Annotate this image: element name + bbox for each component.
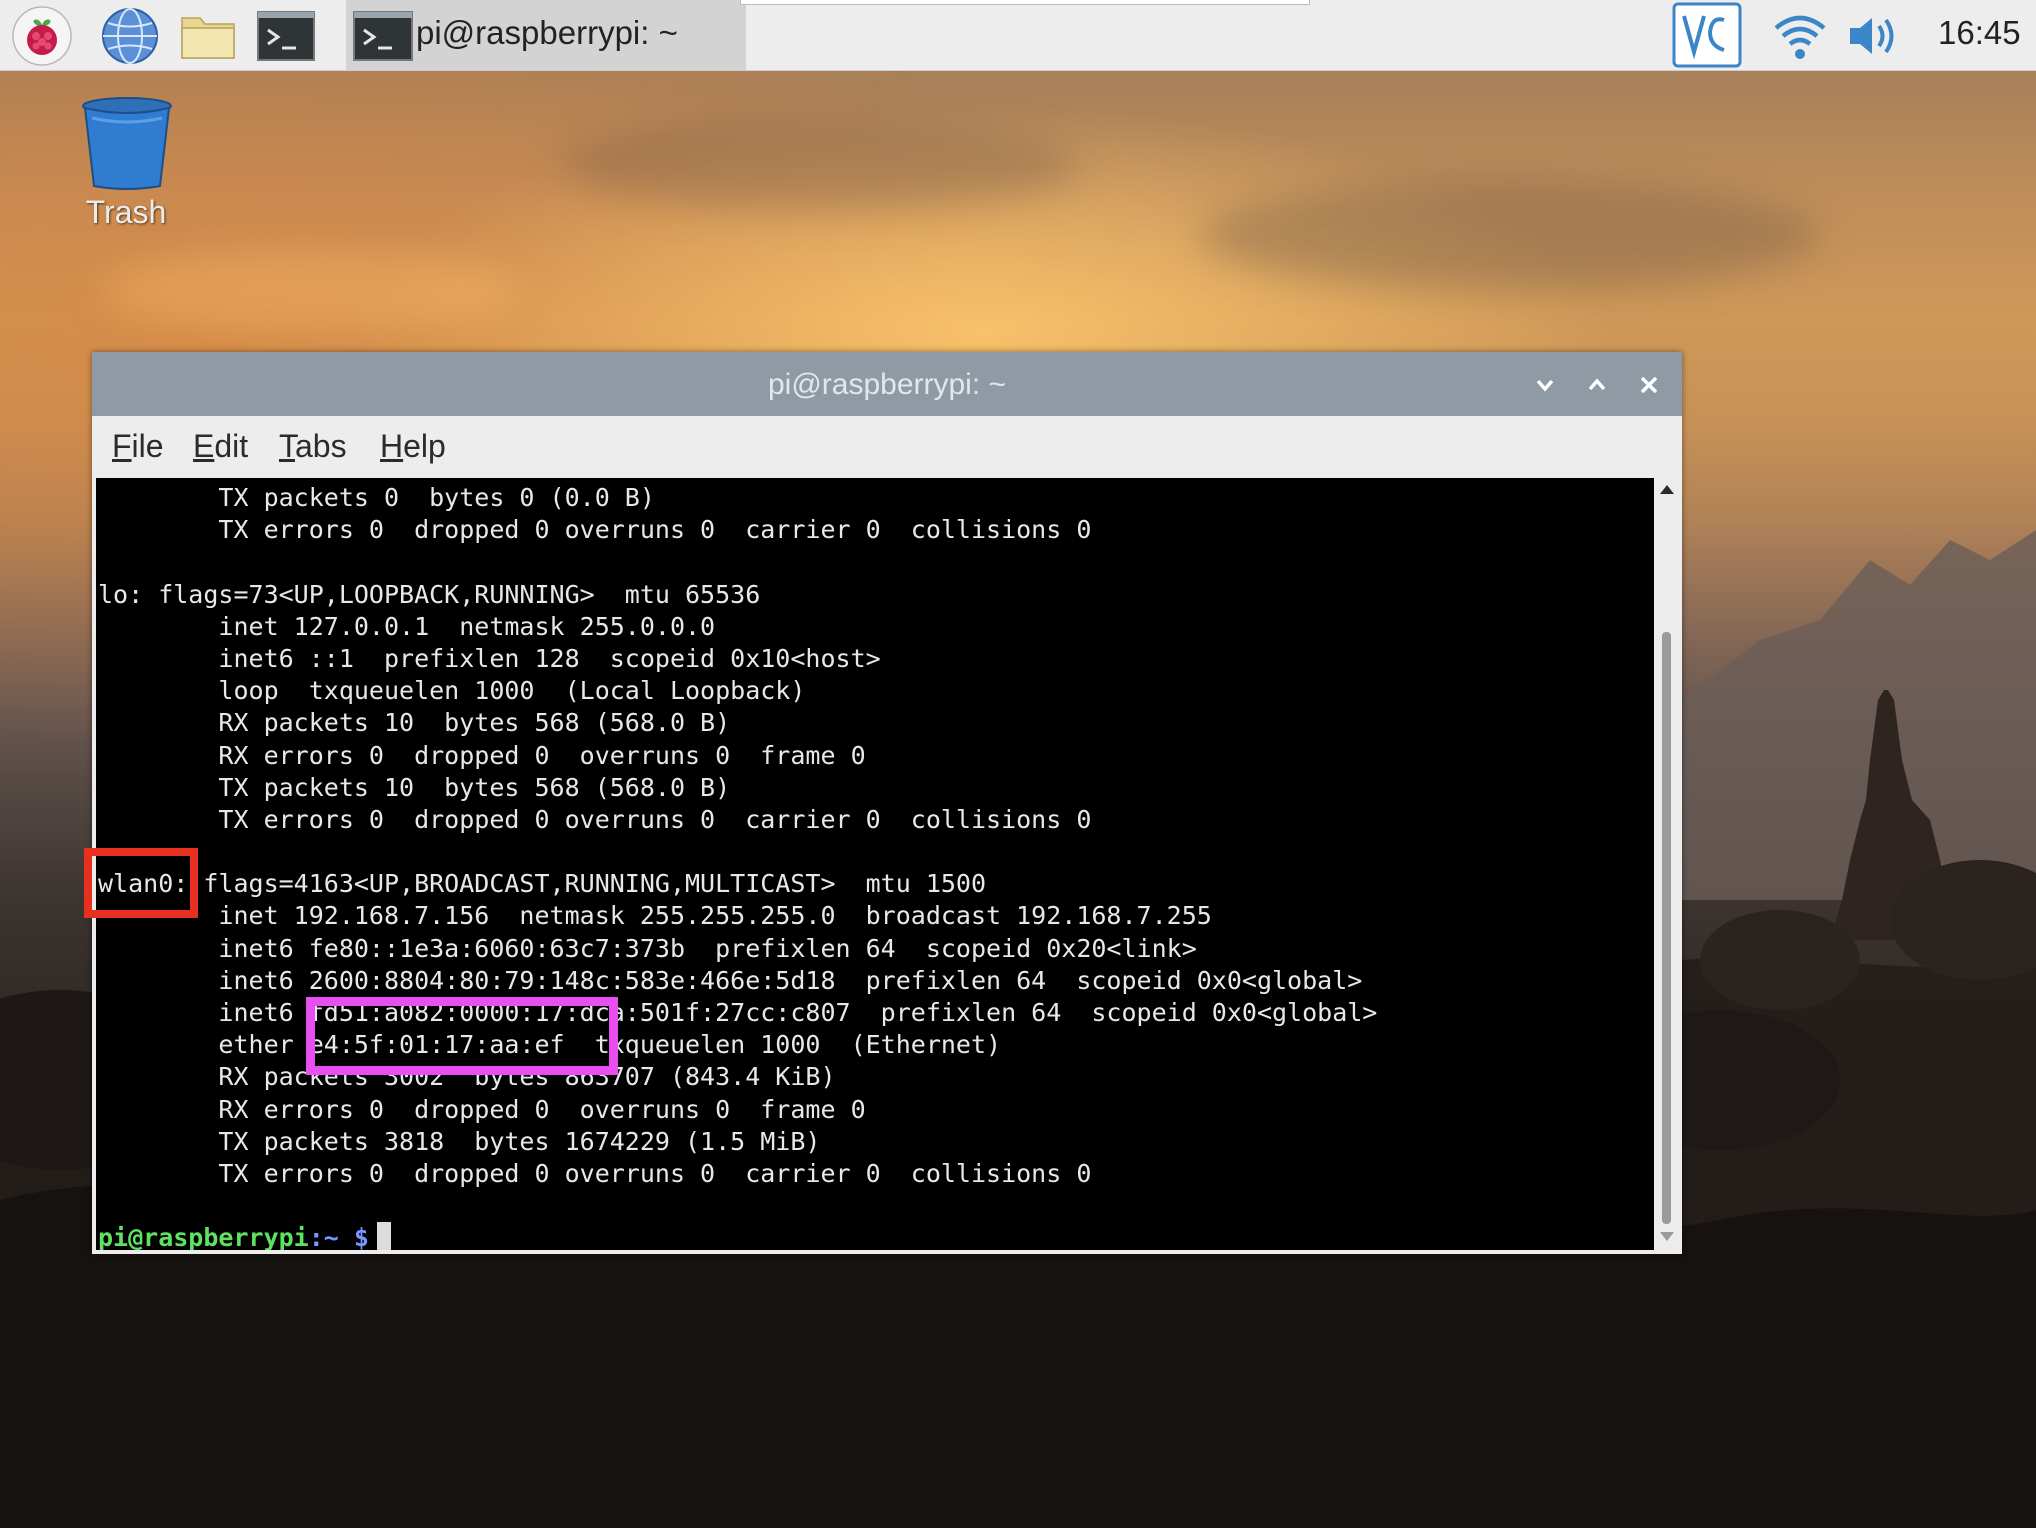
trash-label[interactable]: Trash <box>60 194 192 231</box>
terminal-output[interactable]: TX packets 0 bytes 0 (0.0 B) TX errors 0… <box>96 478 1654 1250</box>
terminal-menubar: File Edit Tabs Help <box>92 416 1682 476</box>
taskbar: pi@raspberrypi: ~ 16:45 <box>0 0 2036 71</box>
mac-address-highlight-box <box>306 997 618 1075</box>
terminal-line: RX packets 3002 bytes 863707 (843.4 KiB) <box>98 1062 836 1092</box>
menu-edit-label: dit <box>214 428 249 464</box>
menu-tabs-accel: T <box>279 428 295 464</box>
taskbar-window-title: pi@raspberrypi: ~ <box>416 14 678 51</box>
taskbar-window-button[interactable]: pi@raspberrypi: ~ <box>346 0 746 70</box>
terminal-line: RX packets 10 bytes 568 (568.0 B) <box>98 708 731 738</box>
terminal-line: inet6 fe80::1e3a:6060:63c7:373b prefixle… <box>98 933 1197 963</box>
menu-tabs-label: abs <box>295 428 347 464</box>
terminal-line: inet 127.0.0.1 netmask 255.0.0.0 <box>98 611 716 641</box>
taskbar-spacer <box>740 0 1310 5</box>
terminal-line: ether e4:5f:01:17:aa:ef txqueuelen 1000 … <box>98 1030 1002 1060</box>
terminal-prompt-line[interactable]: pi@raspberrypi:~ $ <box>98 1222 1377 1250</box>
terminal-titlebar[interactable]: pi@raspberrypi: ~ <box>92 352 1682 416</box>
terminal-line: inet6 fd51:a082:0000:17:dca:501f:27cc:c8… <box>98 998 1378 1027</box>
menu-help[interactable]: Help <box>380 428 446 465</box>
menu-edit-accel: E <box>193 428 215 464</box>
volume-icon[interactable] <box>1844 6 1904 66</box>
terminal-title: pi@raspberrypi: ~ <box>767 368 1007 401</box>
terminal-line: TX packets 0 bytes 0 (0.0 B) <box>98 483 655 512</box>
prompt-user: pi@raspberrypi <box>98 1223 309 1250</box>
maximize-icon[interactable] <box>1582 370 1612 400</box>
prompt-path: :~ $ <box>308 1223 369 1250</box>
terminal-line: TX errors 0 dropped 0 overruns 0 carrier… <box>98 1158 1092 1188</box>
clock[interactable]: 16:45 <box>1938 14 2021 52</box>
menu-file-accel: F <box>112 428 132 464</box>
file-manager-icon[interactable] <box>178 6 238 66</box>
terminal-icon <box>353 11 413 61</box>
menu-help-label: elp <box>403 428 446 464</box>
terminal-line: TX packets 3818 bytes 1674229 (1.5 MiB) <box>98 1126 821 1156</box>
web-browser-icon[interactable] <box>100 6 160 66</box>
trash-icon[interactable] <box>80 96 174 191</box>
menu-file-label: ile <box>131 428 164 464</box>
terminal-line: inet6 ::1 prefixlen 128 scopeid 0x10<hos… <box>98 643 881 673</box>
terminal-launcher-icon[interactable] <box>256 6 316 66</box>
wifi-icon[interactable] <box>1770 6 1830 66</box>
menu-file[interactable]: File <box>112 428 164 465</box>
wlan0-highlight-box <box>84 848 198 918</box>
terminal-line: RX errors 0 dropped 0 overruns 0 frame 0 <box>98 1094 866 1124</box>
raspberry-menu-icon[interactable] <box>12 6 72 66</box>
menu-tabs[interactable]: Tabs <box>279 428 347 465</box>
terminal-line: TX packets 10 bytes 568 (568.0 B) <box>98 772 731 802</box>
terminal-scrollbar[interactable] <box>1656 478 1678 1250</box>
terminal-lines: TX packets 0 bytes 0 (0.0 B) TX errors 0… <box>98 482 1377 1250</box>
terminal-line: lo: flags=73<UP,LOOPBACK,RUNNING> mtu 65… <box>98 579 761 609</box>
scroll-down-arrow-icon[interactable] <box>1658 1230 1676 1244</box>
terminal-line: inet6 2600:8804:80:79:148c:583e:466e:5d1… <box>98 965 1363 995</box>
terminal-line: TX errors 0 dropped 0 overruns 0 carrier… <box>98 515 1092 545</box>
terminal-line: TX errors 0 dropped 0 overruns 0 carrier… <box>98 804 1092 834</box>
text-cursor <box>376 1222 391 1250</box>
menu-edit[interactable]: Edit <box>193 428 248 465</box>
terminal-window: pi@raspberrypi: ~ File Edit Tabs Help TX… <box>92 352 1682 1254</box>
menu-help-accel: H <box>380 428 404 464</box>
close-icon[interactable] <box>1634 370 1664 400</box>
terminal-line: RX errors 0 dropped 0 overruns 0 frame 0 <box>98 740 866 770</box>
scrollbar-thumb[interactable] <box>1662 632 1671 1224</box>
vnc-icon[interactable] <box>1672 2 1742 68</box>
terminal-line: wlan0: flags=4163<UP,BROADCAST,RUNNING,M… <box>98 869 987 899</box>
minimize-icon[interactable] <box>1530 370 1560 400</box>
terminal-line: inet 192.168.7.156 netmask 255.255.255.0… <box>98 901 1212 931</box>
scroll-up-arrow-icon[interactable] <box>1658 482 1676 496</box>
terminal-line: loop txqueuelen 1000 (Local Loopback) <box>98 676 806 706</box>
